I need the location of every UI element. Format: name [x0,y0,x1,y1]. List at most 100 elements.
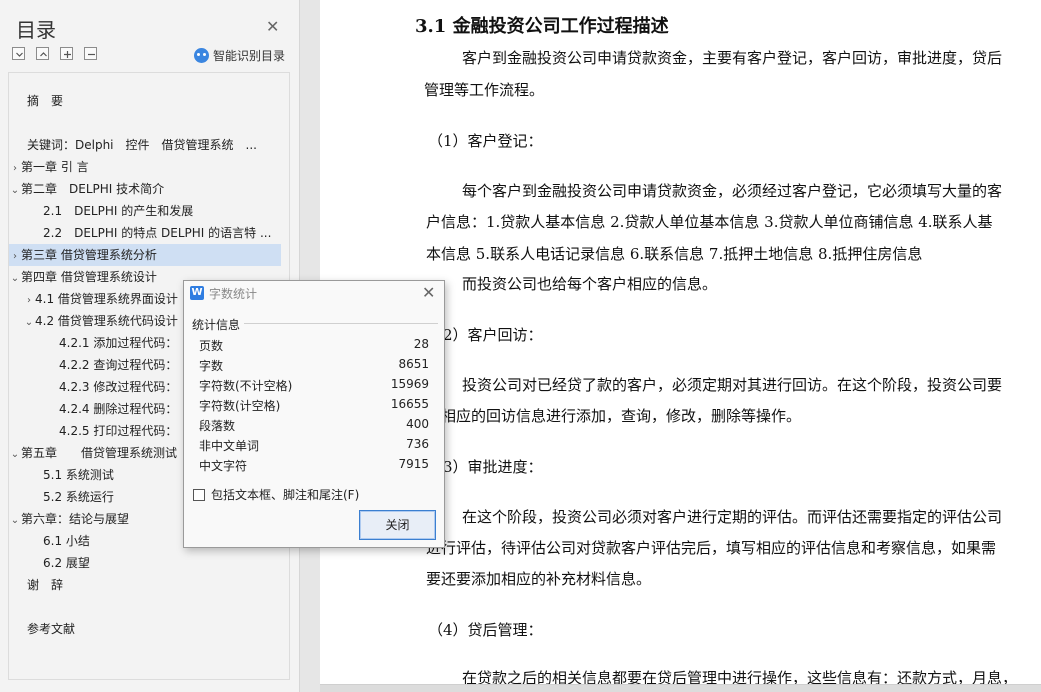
smart-toc-label: 智能识别目录 [213,49,286,63]
toc-item-label: 关键词：Delphi 控件 借贷管理系统 ... [27,138,257,152]
toc-item-label: 2.1 DELPHI 的产生和发展 [43,204,194,218]
close-icon[interactable]: ✕ [422,283,435,302]
toc-item-label: 谢 辞 [27,578,64,592]
checkbox-label: 包括文本框、脚注和尾注(F) [211,488,360,502]
toc-item-label: 4.1 借贷管理系统界面设计 [35,292,178,306]
toc-toolbar [12,47,97,63]
document-line: 而投资公司也给每个客户相应的信息。 [462,275,718,293]
toc-item-label: 4.2.3 修改过程代码： [59,380,178,394]
stat-label: 中文字符 [199,459,248,473]
toc-item-label: 6.2 展望 [43,556,90,570]
stat-value: 28 [413,337,429,351]
remove-icon[interactable] [84,47,97,60]
dialog-title: 字数统计 [209,287,258,301]
chevron-right-icon[interactable]: › [9,246,21,266]
chevron-right-icon[interactable]: › [23,290,35,310]
chevron-down-icon[interactable]: ⌄ [23,312,35,332]
smart-toc-icon [194,48,209,63]
document-line: 在这个阶段，投资公司必须对客户进行定期的评估。而评估还需要指定的评估公司 [462,508,1003,526]
chevron-down-icon[interactable]: ⌄ [9,444,21,464]
chevron-down-icon[interactable]: ⌄ [9,510,21,530]
toc-item-label: 6.1 小结 [43,534,90,548]
stat-label: 页数 [199,339,224,353]
toc-item[interactable]: 关键词：Delphi 控件 借贷管理系统 ... [9,134,281,156]
expand-all-icon[interactable] [12,47,25,60]
stat-row: 字数 8651 [199,354,429,374]
toc-item-label: 第二章 DELPHI 技术简介 [21,182,165,196]
stat-label: 字符数(不计空格) [199,379,293,393]
chevron-down-icon[interactable]: ⌄ [9,268,21,288]
collapse-all-icon[interactable] [36,47,49,60]
chevron-down-icon[interactable]: ⌄ [9,180,21,200]
toc-item[interactable]: › 第一章 引 言 [9,156,281,178]
document-line: （2）客户回访： [428,326,543,344]
stat-value: 16655 [390,397,429,411]
stat-row: 中文字符 7915 [199,454,429,474]
document-line: 本信息 5.联系人电话记录信息 6.联系信息 7.抵押土地信息 8.抵押住房信息 [426,245,923,263]
document-line: 投资公司对已经贷了款的客户，必须定期对其进行回访。在这个阶段，投资公司要 [462,376,1003,394]
toc-item-label: 第五章 借贷管理系统测试 [21,446,178,460]
stat-value: 736 [406,437,429,451]
toc-item-label: 第一章 引 言 [21,160,89,174]
toc-item-label: 5.1 系统测试 [43,468,114,482]
checkbox-icon[interactable] [193,488,205,501]
document-line: （3）审批进度： [428,458,543,476]
stat-value: 15969 [390,377,429,391]
toc-item-label: 第三章 借贷管理系统分析 [21,248,157,262]
toc-item[interactable]: 2.1 DELPHI 的产生和发展 [9,200,281,222]
stat-value: 7915 [398,457,429,471]
document-line: 管理等工作流程。 [424,81,545,99]
stat-label: 字符数(计空格) [199,399,281,413]
document-line: 每个客户到金融投资公司申请贷款资金，必须经过客户登记，它必须填写大量的客 [462,182,1003,200]
toc-item[interactable]: 摘 要 [9,90,281,112]
chevron-right-icon[interactable]: › [9,158,21,178]
stat-label: 字数 [199,359,224,373]
document-line: 客户到金融投资公司申请贷款资金，主要有客户登记，客户回访，审批进度，贷后 [462,49,1003,67]
sidebar-title: 目录 [16,18,56,42]
document-line: 进行评估，待评估公司对贷款客户评估完后，填写相应的评估信息和考察信息，如果需 [426,539,997,557]
toc-item[interactable]: 2.2 DELPHI 的特点 DELPHI 的语言特 ... [9,222,281,244]
stat-label: 段落数 [199,419,236,433]
smart-toc-button[interactable]: 智能识别目录 [194,47,285,64]
stats-group-label: 统计信息 [192,318,241,332]
toc-item-label: 4.2 借贷管理系统代码设计 [35,314,178,328]
include-footnotes-checkbox[interactable]: 包括文本框、脚注和尾注(F) [193,486,359,503]
section-heading: 3.1 金融投资公司工作过程描述 [415,16,669,37]
document-line: 要还要添加相应的补充材料信息。 [426,570,652,588]
stat-row: 字符数(计空格) 16655 [199,394,429,414]
dialog-titlebar[interactable]: W 字数统计 ✕ [184,281,444,305]
add-icon[interactable] [60,47,73,60]
horizontal-scrollbar[interactable] [320,684,1041,692]
toc-item-label: 4.2.5 打印过程代码： [59,424,178,438]
toc-item[interactable]: ⌄ 第二章 DELPHI 技术简介 [9,178,281,200]
document-line: （4）贷后管理： [428,621,543,639]
group-divider [244,323,438,324]
close-button[interactable]: 关闭 [359,510,436,540]
stat-value: 8651 [398,357,429,371]
close-icon[interactable]: ✕ [266,17,279,36]
toc-item-label: 2.2 DELPHI 的特点 DELPHI 的语言特 ... [43,226,272,240]
toc-item-label: 摘 要 [27,94,64,108]
document-line: 户信息：1.贷款人基本信息 2.贷款人单位基本信息 3.贷款人单位商铺信息 4.… [426,213,993,231]
stat-row: 页数 28 [199,334,429,354]
toc-item[interactable]: 谢 辞 [9,574,281,596]
toc-item-label: 第四章 借贷管理系统设计 [21,270,157,284]
toc-item[interactable]: 6.2 展望 [9,552,281,574]
toc-item[interactable]: › 第三章 借贷管理系统分析 [9,244,281,266]
word-count-dialog: W 字数统计 ✕ 统计信息 页数 28 字数 8651 字符数(不计空格) 15969 字符… [183,280,445,548]
toc-item-label: 4.2.2 查询过程代码： [59,358,178,372]
toc-item-label: 4.2.4 删除过程代码： [59,402,178,416]
stat-row: 段落数 400 [199,414,429,434]
toc-item[interactable]: 参考文献 [9,618,281,640]
toc-item-label: 第六章：结论与展望 [21,512,130,526]
document-line: 对相应的回访信息进行添加，查询，修改，删除等操作。 [426,407,802,425]
stat-label: 非中文单词 [199,439,260,453]
toc-item-label: 参考文献 [27,622,76,636]
stat-row: 非中文单词 736 [199,434,429,454]
toc-item-label: 4.2.1 添加过程代码： [59,336,178,350]
toc-item-label: 5.2 系统运行 [43,490,114,504]
document-line: （1）客户登记： [428,132,543,150]
stat-row: 字符数(不计空格) 15969 [199,374,429,394]
stat-value: 400 [406,417,429,431]
wps-logo-icon: W [190,286,204,300]
